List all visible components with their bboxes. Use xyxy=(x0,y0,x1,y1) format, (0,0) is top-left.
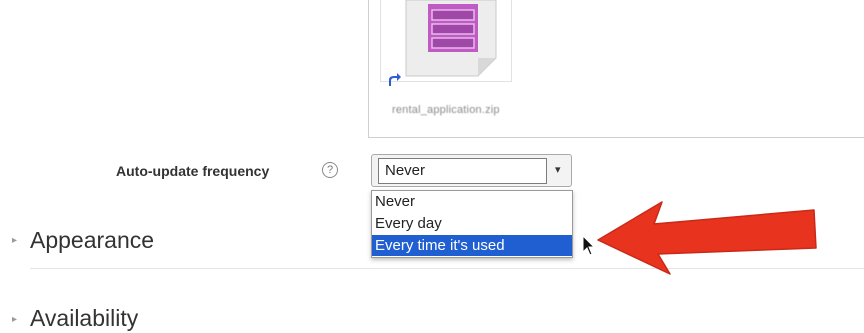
help-icon[interactable]: ? xyxy=(322,162,338,178)
red-pointer-arrow xyxy=(597,201,817,275)
chevron-down-icon[interactable]: ▾ xyxy=(555,163,561,176)
alias-arrow-icon xyxy=(389,73,401,86)
dropdown-option-never[interactable]: Never xyxy=(372,191,572,212)
dropdown-option-every-day[interactable]: Every day xyxy=(372,213,572,234)
appearance-toggle-icon[interactable]: ▸ xyxy=(12,235,17,246)
file-name: rental_application.zip xyxy=(392,104,500,116)
dropdown-option-every-time-used[interactable]: Every time it's used xyxy=(372,235,572,256)
zip-archive-icon xyxy=(405,0,497,77)
availability-section-title[interactable]: Availability xyxy=(30,305,138,332)
availability-toggle-icon[interactable]: ▸ xyxy=(12,314,17,325)
mouse-pointer-icon xyxy=(582,235,596,256)
appearance-section-title[interactable]: Appearance xyxy=(30,227,154,254)
auto-update-frequency-label: Auto-update frequency xyxy=(116,163,270,179)
select-current-value[interactable]: Never xyxy=(378,158,547,184)
